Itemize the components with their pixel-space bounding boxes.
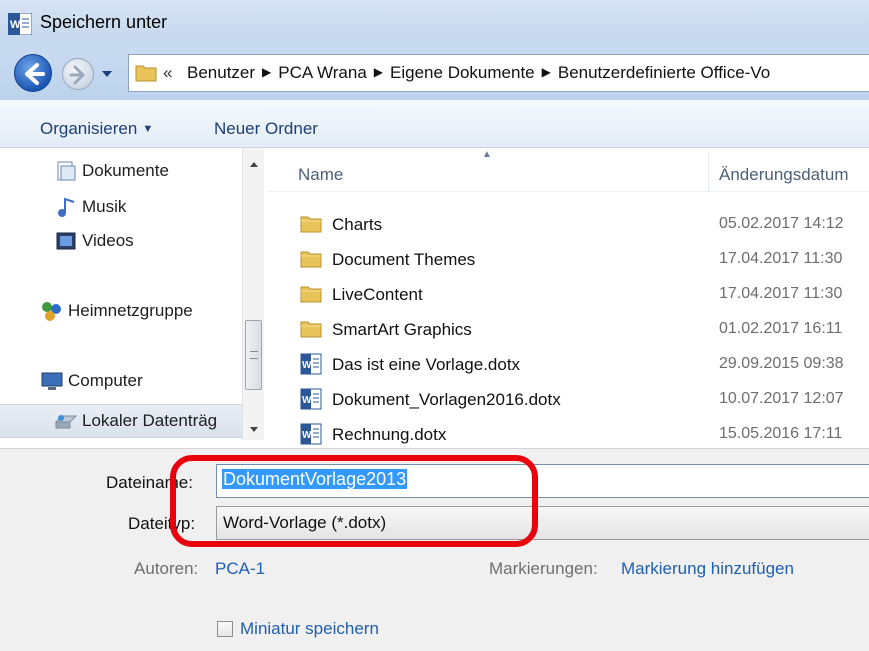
svg-text:W: W <box>10 19 21 31</box>
nav-item-label: Videos <box>82 231 134 250</box>
file-name: LiveContent <box>332 285 423 304</box>
file-date: 01.02.2017 16:11 <box>719 320 843 337</box>
breadcrumb-item[interactable]: Benutzer <box>187 63 255 82</box>
file-name: SmartArt Graphics <box>332 320 472 339</box>
file-row[interactable]: LiveContent 17.04.2017 11:30 <box>268 277 869 312</box>
breadcrumb-separator[interactable]: ▶ <box>374 65 383 79</box>
music-library-icon <box>58 197 75 217</box>
recent-locations-dropdown-icon[interactable] <box>99 66 115 82</box>
nav-item-local-drive[interactable]: Lokaler Datenträg <box>0 404 242 438</box>
file-date: 17.04.2017 11:30 <box>719 250 843 267</box>
nav-item-label: Heimnetzgruppe <box>68 301 193 320</box>
svg-text:W: W <box>302 360 312 371</box>
save-thumbnail-label[interactable]: Miniatur speichern <box>240 619 379 639</box>
folder-icon <box>300 286 322 303</box>
arrow-left-icon <box>25 63 45 85</box>
address-row: « Benutzer ▶ PCA Wrana ▶ Eigene Dokumente ▶ Be… <box>0 46 869 100</box>
column-divider[interactable] <box>708 152 709 192</box>
address-bar[interactable]: « Benutzer ▶ PCA Wrana ▶ Eigene Dokumente ▶ Be… <box>128 54 869 92</box>
folder-icon <box>300 216 322 233</box>
file-row[interactable]: W Dokument_Vorlagen2016.dotx 10.07.2017 … <box>268 382 869 417</box>
file-row[interactable]: W Das ist eine Vorlage.dotx 29.09.2015 0… <box>268 347 869 382</box>
nav-item-music[interactable]: Musik <box>54 192 126 222</box>
homegroup-icon <box>42 302 61 321</box>
title-bar: W Speichern unter <box>0 0 869 46</box>
folder-icon <box>300 321 322 338</box>
column-header-name[interactable]: Name <box>298 165 343 185</box>
nav-item-videos[interactable]: Videos <box>54 226 134 256</box>
svg-text:W: W <box>302 430 312 441</box>
navigation-scrollbar[interactable] <box>242 148 264 440</box>
grip-icon <box>250 351 258 359</box>
file-name: Charts <box>332 215 383 234</box>
file-list: ▲ Name Änderungsdatum Charts 05.02.2017 … <box>268 148 869 448</box>
column-header-modified[interactable]: Änderungsdatum <box>719 165 848 185</box>
folder-icon <box>300 251 322 268</box>
new-folder-button[interactable]: Neuer Ordner <box>214 119 318 139</box>
documents-library-icon <box>57 161 76 181</box>
organize-button[interactable]: Organisieren ▼ <box>40 119 153 139</box>
local-drive-icon <box>54 415 78 429</box>
toolbar: Organisieren ▼ Neuer Ordner <box>0 100 869 148</box>
tags-label: Markierungen: <box>489 559 598 578</box>
save-thumbnail-checkbox[interactable] <box>217 621 233 637</box>
breadcrumb-item[interactable]: Benutzerdefinierte Office-Vo <box>558 63 770 82</box>
file-name: Document Themes <box>332 250 476 269</box>
file-date: 17.04.2017 11:30 <box>719 285 843 302</box>
file-row[interactable]: W Rechnung.dotx 15.05.2016 17:11 <box>268 417 869 452</box>
file-date: 05.02.2017 14:12 <box>719 215 844 232</box>
nav-item-label: Dokumente <box>82 161 169 180</box>
word-document-icon: W <box>300 423 322 445</box>
breadcrumb-separator[interactable]: ▶ <box>262 65 271 79</box>
file-name: Dokument_Vorlagen2016.dotx <box>332 390 561 409</box>
navigation-pane: Dokumente Musik Videos Heimnetzgruppe Co… <box>0 148 268 448</box>
file-name: Das ist eine Vorlage.dotx <box>332 355 521 374</box>
word-document-icon: W <box>300 388 322 410</box>
file-date: 29.09.2015 09:38 <box>719 355 844 372</box>
computer-icon <box>41 372 63 390</box>
breadcrumb-item[interactable]: Eigene Dokumente <box>390 63 535 82</box>
organize-label: Organisieren <box>40 119 138 138</box>
overflow-chevron[interactable]: « <box>163 63 172 83</box>
nav-item-label: Musik <box>82 197 127 216</box>
file-row[interactable]: Charts 05.02.2017 14:12 <box>268 207 869 242</box>
column-header-row: ▲ Name Änderungsdatum <box>268 148 869 192</box>
nav-item-documents[interactable]: Dokumente <box>54 156 169 186</box>
file-row[interactable]: SmartArt Graphics 01.02.2017 16:11 <box>268 312 869 347</box>
svg-text:W: W <box>302 395 312 406</box>
file-row[interactable]: Document Themes 17.04.2017 11:30 <box>268 242 869 277</box>
breadcrumb: Benutzer ▶ PCA Wrana ▶ Eigene Dokumente ▶ Benu… <box>187 63 770 83</box>
nav-item-label: Lokaler Datenträg <box>82 411 218 430</box>
word-app-icon: W <box>8 13 32 35</box>
nav-item-homegroup[interactable]: Heimnetzgruppe <box>40 296 193 326</box>
back-button[interactable] <box>14 54 52 92</box>
nav-item-label: Computer <box>68 371 143 390</box>
nav-item-computer[interactable]: Computer <box>40 366 143 396</box>
file-date: 15.05.2016 17:11 <box>719 425 843 442</box>
folder-icon <box>135 65 157 82</box>
word-document-icon: W <box>300 353 322 375</box>
breadcrumb-separator[interactable]: ▶ <box>542 65 551 79</box>
scroll-down-icon[interactable] <box>249 426 259 434</box>
file-name: Rechnung.dotx <box>332 425 447 444</box>
file-date: 10.07.2017 12:07 <box>719 390 844 407</box>
authors-label: Autoren: <box>134 559 199 578</box>
authors-field[interactable]: PCA-1 <box>215 559 265 579</box>
chevron-down-icon: ▼ <box>142 123 154 135</box>
breadcrumb-item[interactable]: PCA Wrana <box>278 63 367 82</box>
tags-field[interactable]: Markierung hinzufügen <box>621 559 794 579</box>
scrollbar-thumb[interactable] <box>245 320 262 390</box>
window-title: Speichern unter <box>40 12 168 32</box>
scroll-up-icon[interactable] <box>249 160 259 168</box>
highlight-annotation <box>170 455 538 547</box>
arrow-right-icon <box>69 65 85 85</box>
forward-button[interactable] <box>62 58 94 90</box>
videos-library-icon <box>56 232 76 250</box>
sort-ascending-icon: ▲ <box>482 149 492 160</box>
